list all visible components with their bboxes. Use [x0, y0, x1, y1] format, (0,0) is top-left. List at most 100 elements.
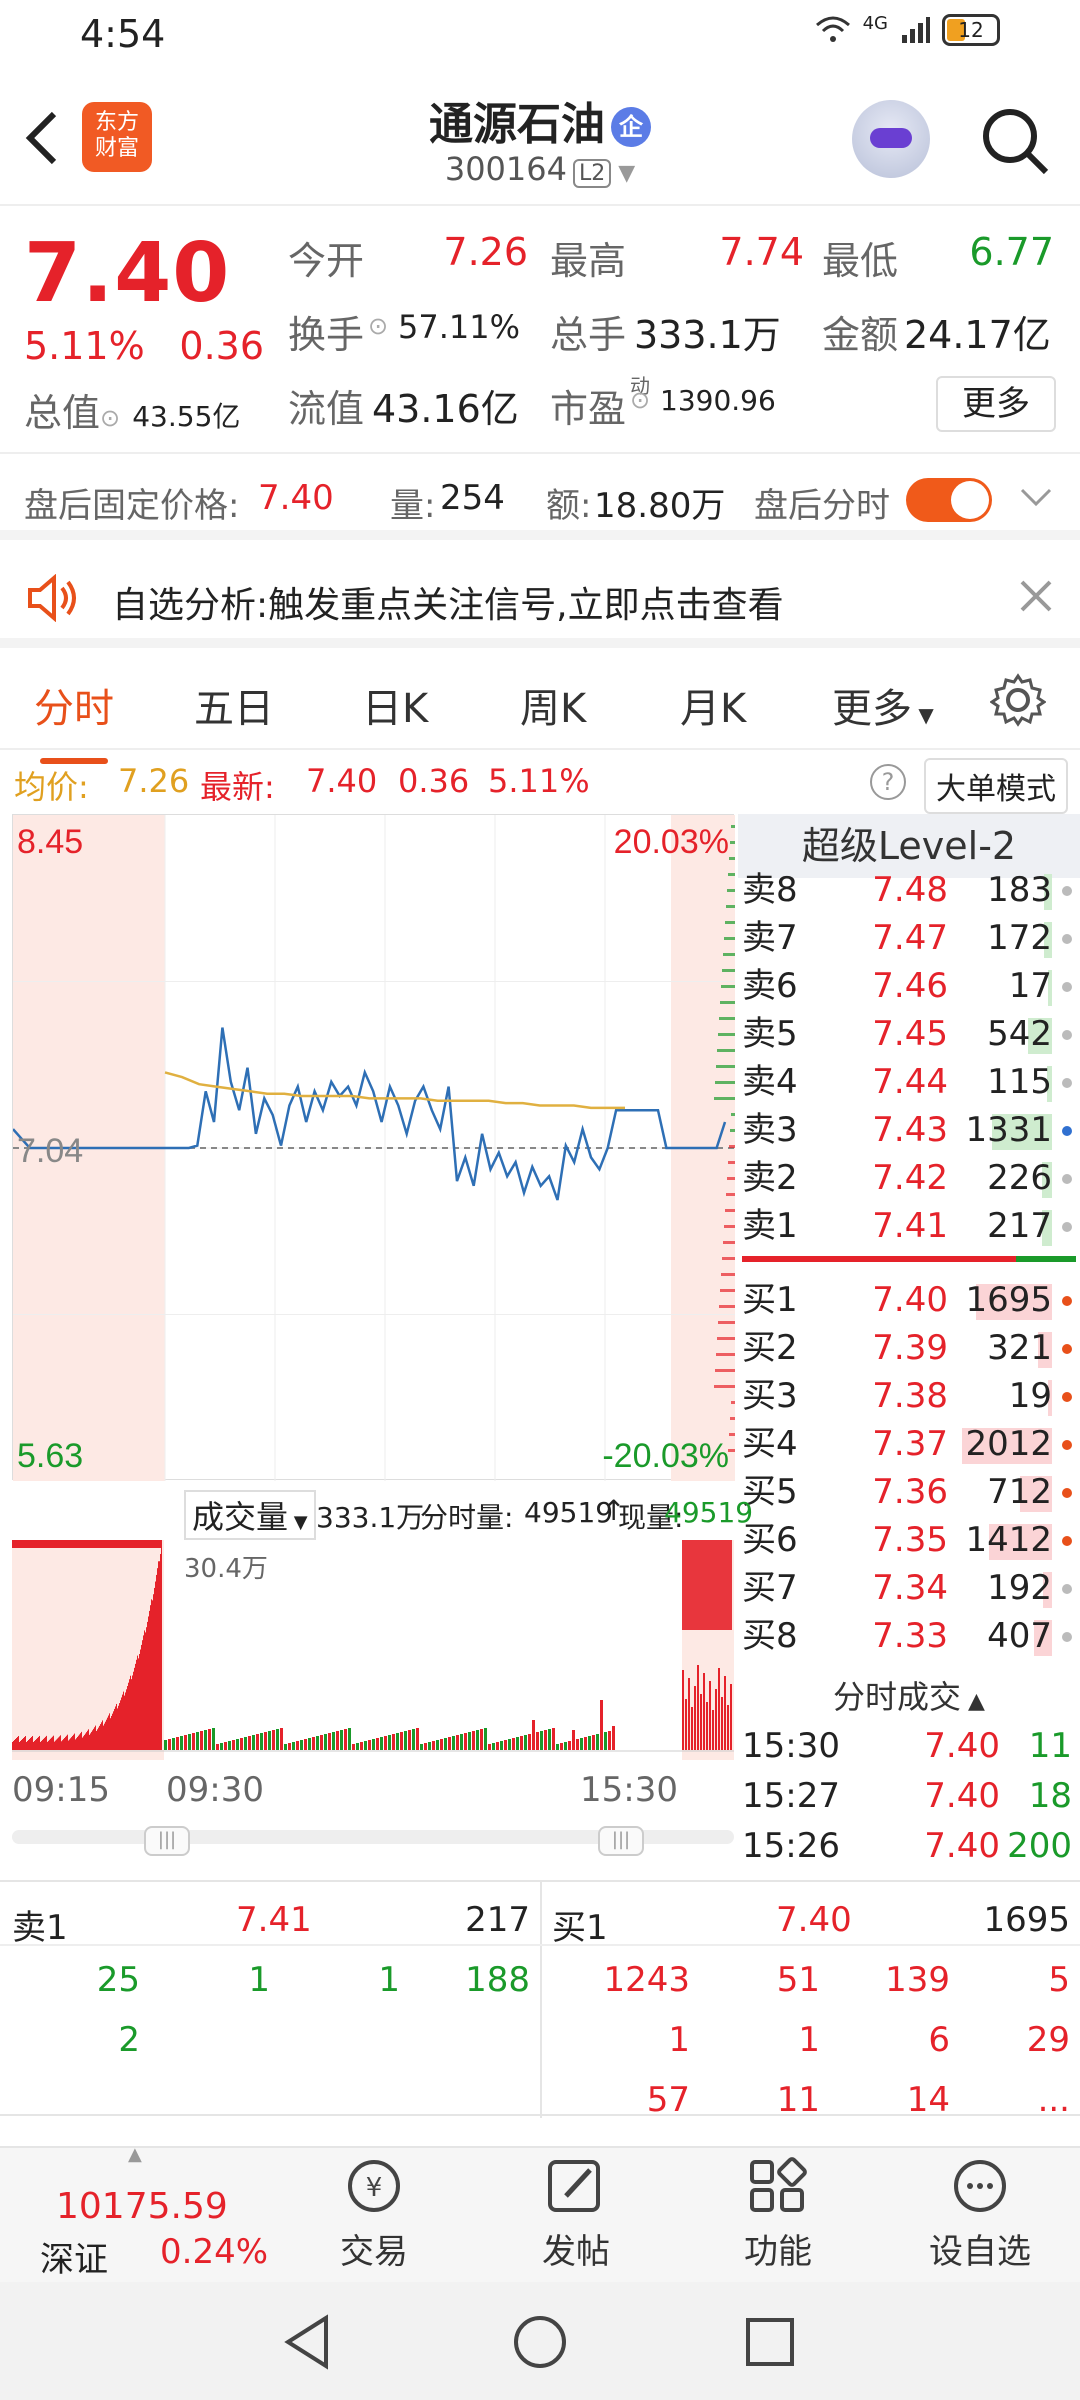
volume-bar — [120, 1700, 121, 1750]
avg-label: 均价: — [14, 768, 89, 806]
index-ticker[interactable]: ▲ 10175.59 深证 0.24% — [0, 2144, 270, 2284]
tab-intraday[interactable]: 分时 — [34, 676, 114, 764]
ticks-title[interactable]: 分时成交 ▲ — [738, 1672, 1080, 1718]
ask-row[interactable]: 卖8 7.48 183 — [738, 866, 1080, 914]
volume-bar — [324, 1734, 327, 1750]
bid-row[interactable]: 买6 7.35 1412 — [738, 1516, 1080, 1564]
status-dot-icon — [1062, 1296, 1072, 1306]
volume-bar — [452, 1736, 455, 1750]
volume-bar — [244, 1737, 247, 1750]
volume-bar — [308, 1738, 311, 1750]
volume-bar — [12, 1742, 13, 1750]
volume-bar — [70, 1540, 71, 1548]
queue-ask-order: 188 — [465, 1960, 530, 2000]
queue-bid-order: 5 — [1048, 1960, 1070, 2000]
ask-row[interactable]: 卖1 7.41 217 — [738, 1202, 1080, 1250]
volume-bar — [140, 1540, 141, 1548]
bottom-nav: ▲ 10175.59 深证 0.24% ¥ 交易 发帖 功能 设自选 — [0, 2144, 1080, 2284]
volume-bar — [30, 1737, 31, 1750]
help-icon[interactable]: ? — [870, 764, 906, 800]
change-percent: 5.11% — [24, 324, 145, 368]
order-quantity: 1695 — [965, 1280, 1052, 1320]
volume-bar — [260, 1733, 263, 1750]
tick-volume: 18 — [1028, 1776, 1072, 1816]
change-amount: 0.36 — [179, 324, 264, 368]
tab-more[interactable]: 更多 ▼ — [832, 676, 934, 734]
close-icon[interactable] — [1018, 578, 1054, 614]
bid-row[interactable]: 买2 7.39 321 — [738, 1324, 1080, 1372]
after-hours-toggle[interactable] — [906, 478, 992, 522]
assistant-robot-icon[interactable] — [852, 100, 930, 178]
volume-bar — [284, 1744, 287, 1750]
ask-row[interactable]: 卖7 7.47 172 — [738, 914, 1080, 962]
bid-row[interactable]: 买1 7.40 1695 — [738, 1276, 1080, 1324]
ask-row[interactable]: 卖4 7.44 115 — [738, 1058, 1080, 1106]
volume-bar — [136, 1540, 137, 1548]
volume-bar — [224, 1742, 227, 1750]
volume-bar — [16, 1738, 17, 1750]
scroller-left-handle[interactable]: ||| — [144, 1826, 190, 1856]
volume-bar — [172, 1738, 175, 1750]
volume-bar — [384, 1736, 387, 1750]
bid-row[interactable]: 买3 7.38 19 — [738, 1372, 1080, 1420]
volume-chart[interactable]: 30.4万 — [12, 1540, 734, 1760]
ask-row[interactable]: 卖5 7.45 542 — [738, 1010, 1080, 1058]
nav-function[interactable]: 功能 — [718, 2156, 838, 2273]
volume-bar — [85, 1733, 86, 1750]
volume-bar — [87, 1730, 88, 1750]
volume-bar — [100, 1540, 101, 1548]
volume-bar — [27, 1740, 28, 1750]
tab-weekly-k[interactable]: 周K — [520, 676, 586, 734]
chevron-down-icon[interactable] — [1020, 486, 1052, 508]
depth-bar — [726, 905, 735, 908]
bid-row[interactable]: 买8 7.33 407 — [738, 1612, 1080, 1660]
volume-bar — [63, 1540, 64, 1548]
volume-bar — [268, 1731, 271, 1750]
depth-bar — [727, 1177, 735, 1180]
dropdown-icon: ▼ — [912, 703, 934, 727]
search-button[interactable] — [976, 102, 1056, 182]
volume-bar — [157, 1540, 158, 1548]
nav-post[interactable]: 发帖 — [516, 2156, 636, 2273]
tab-monthly-k[interactable]: 月K — [680, 676, 746, 734]
volume-bar — [120, 1540, 121, 1548]
volume-bar — [86, 1540, 87, 1548]
tab-five-day[interactable]: 五日 — [194, 676, 274, 734]
volume-bar — [38, 1540, 39, 1548]
big-order-mode-button[interactable]: 大单模式 — [924, 758, 1068, 814]
nav-trade[interactable]: ¥ 交易 — [314, 2156, 434, 2273]
gear-icon[interactable] — [990, 672, 1046, 728]
order-queue[interactable]: 卖1 7.41 217 买1 7.40 1695 25 1 1 188 2 1243 51… — [0, 1880, 1080, 2120]
volume-bar — [24, 1736, 25, 1750]
tab-daily-k[interactable]: 日K — [362, 676, 428, 734]
bid-row[interactable]: 买4 7.37 2012 — [738, 1420, 1080, 1468]
volume-bar — [116, 1540, 117, 1548]
nav-add-watchlist[interactable]: 设自选 — [920, 2156, 1040, 2273]
alert-banner[interactable]: 自选分析:触发重点关注信号,立即点击查看 — [0, 548, 1080, 648]
volume-bar — [132, 1675, 133, 1750]
intraday-chart[interactable]: 8.45 5.63 7.04 20.03% -20.03% — [12, 814, 735, 1481]
bid-row[interactable]: 买7 7.34 192 — [738, 1564, 1080, 1612]
volume-bar — [604, 1732, 607, 1750]
volume-bar — [128, 1682, 129, 1750]
volume-bar — [46, 1735, 47, 1750]
volume-bar — [32, 1735, 33, 1750]
volume-bar — [264, 1732, 267, 1750]
volume-bar — [228, 1741, 231, 1750]
volume-select[interactable]: 成交量 ▼ — [184, 1490, 316, 1540]
volume-bar — [560, 1743, 563, 1750]
scroller-right-handle[interactable]: ||| — [598, 1826, 644, 1856]
ask-row[interactable]: 卖6 7.46 17 — [738, 962, 1080, 1010]
recents-square-icon[interactable] — [744, 2316, 796, 2368]
ask-row[interactable]: 卖2 7.42 226 — [738, 1154, 1080, 1202]
more-quote-button[interactable]: 更多 — [936, 376, 1056, 432]
volume-bar — [59, 1540, 60, 1548]
volume-bar — [29, 1540, 30, 1548]
bid-row[interactable]: 买5 7.36 712 — [738, 1468, 1080, 1516]
volume-bar — [147, 1540, 148, 1548]
ask-row[interactable]: 卖3 7.43 1331 — [738, 1106, 1080, 1154]
back-triangle-icon[interactable] — [282, 2314, 332, 2370]
volume-bar — [612, 1726, 615, 1750]
home-circle-icon[interactable] — [512, 2314, 568, 2370]
order-price: 7.44 — [872, 1062, 948, 1102]
